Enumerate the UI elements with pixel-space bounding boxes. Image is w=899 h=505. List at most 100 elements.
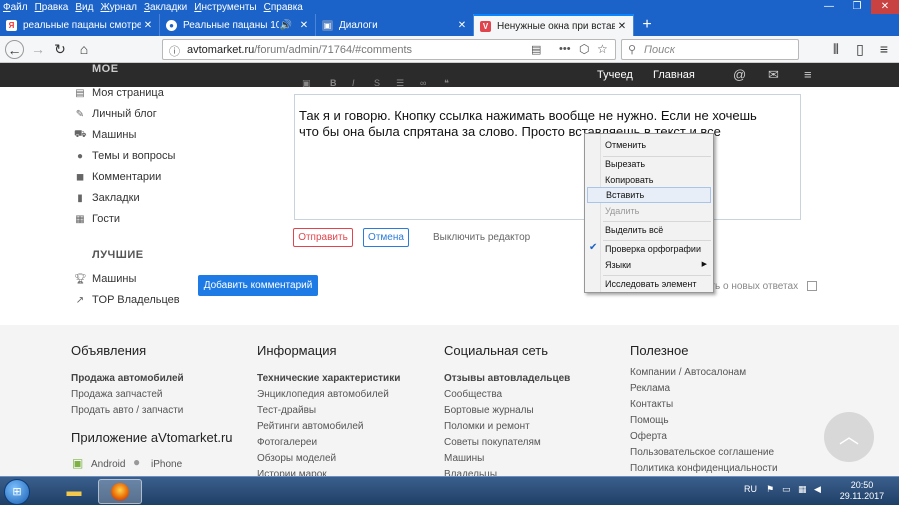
sidebar-item-blog[interactable]: ✎ Личный блог <box>74 107 157 121</box>
bookmark-star-icon[interactable]: ☆ <box>597 42 608 56</box>
pocket-icon[interactable]: ⬡ <box>579 42 589 56</box>
sidebar-item-topics[interactable]: ● Темы и вопросы <box>74 149 175 163</box>
image-icon[interactable]: ▣ <box>302 78 311 89</box>
add-comment-button[interactable]: Добавить комментарий <box>198 275 318 296</box>
menu-edit[interactable]: Правка <box>35 2 69 13</box>
cancel-button[interactable]: Отмена <box>363 228 409 247</box>
footer-link[interactable]: Технические характеристики <box>257 373 400 384</box>
sidebar-item-my-page[interactable]: ▤ Моя страница <box>74 86 164 100</box>
sidebar-item-comments[interactable]: ◼ Комментарии <box>74 170 161 184</box>
library-icon[interactable]: ⫴ <box>826 40 846 59</box>
tab-dialogs[interactable]: ▣ Диалоги ✕ <box>316 14 474 36</box>
list-icon[interactable]: ☰ <box>396 78 404 89</box>
ctx-spellcheck[interactable]: Проверка орфографии <box>587 241 711 257</box>
footer-link[interactable]: Энциклопедия автомобилей <box>257 389 389 400</box>
close-tab-icon[interactable]: ✕ <box>455 20 469 31</box>
network-icon[interactable]: ▦ <box>798 484 807 495</box>
flag-icon[interactable]: ⚑ <box>766 484 774 495</box>
tab-yandex[interactable]: Я реальные пацаны смотреть он... ✕ <box>0 14 160 36</box>
footer-link[interactable]: Поломки и ремонт <box>444 421 530 432</box>
sidebar-item-bookmarks[interactable]: ▮ Закладки <box>74 191 139 205</box>
footer-link[interactable]: Фотогалереи <box>257 437 317 448</box>
close-tab-icon[interactable]: ✕ <box>141 20 155 31</box>
sidebar-item-top-owners[interactable]: ↗ TOP Владельцев <box>74 293 180 307</box>
tab-series[interactable]: ● Реальные пацаны 10 сезон 🔊 ✕ <box>160 14 316 36</box>
reader-view-icon[interactable]: ▤ <box>531 43 541 56</box>
tab-active[interactable]: V Ненужные окна при вставке со... ✕ <box>474 14 634 36</box>
menu-history[interactable]: Журнал <box>100 2 137 13</box>
input-language[interactable]: RU <box>744 484 757 494</box>
close-window-button[interactable]: ✕ <box>871 0 899 14</box>
italic-icon[interactable]: I <box>352 78 355 88</box>
footer-link[interactable]: Оферта <box>630 431 667 442</box>
disable-editor-link[interactable]: Выключить редактор <box>433 232 530 243</box>
info-icon[interactable]: ⓘ <box>169 43 180 59</box>
footer-link[interactable]: Контакты <box>630 399 673 410</box>
menu-help[interactable]: Справка <box>264 2 303 13</box>
menu-bookmarks[interactable]: Закладки <box>144 2 187 13</box>
footer-link[interactable]: Обзоры моделей <box>257 453 336 464</box>
footer-link[interactable]: Компании / Автосалонам <box>630 367 746 378</box>
menu-tools[interactable]: Инструменты <box>194 2 256 13</box>
ctx-select-all[interactable]: Выделить всё <box>587 222 711 238</box>
link-icon[interactable]: ∞ <box>420 78 426 88</box>
footer-link[interactable]: Тест-драйвы <box>257 405 316 416</box>
bold-icon[interactable]: B <box>330 78 337 88</box>
footer-link[interactable]: Помощь <box>630 415 669 426</box>
ctx-languages[interactable]: Языки ▶ <box>587 257 711 273</box>
sidebar-item-guests[interactable]: ▦ Гости <box>74 212 120 226</box>
close-tab-icon[interactable]: ✕ <box>297 20 311 31</box>
volume-icon[interactable]: ◀ <box>814 484 821 495</box>
ctx-inspect[interactable]: Исследовать элемент <box>587 276 711 292</box>
ctx-paste[interactable]: Вставить <box>587 187 711 203</box>
forward-icon[interactable]: → <box>28 40 48 59</box>
menu-view[interactable]: Вид <box>75 2 93 13</box>
maximize-button[interactable]: ❐ <box>843 0 871 14</box>
new-tab-button[interactable]: + <box>636 14 658 36</box>
strike-icon[interactable]: S <box>374 78 380 88</box>
search-box[interactable]: ⚲ Поиск <box>621 39 799 60</box>
taskbar-explorer[interactable]: ▬ <box>52 479 96 504</box>
home-icon[interactable]: ⌂ <box>74 40 94 59</box>
footer-iphone[interactable]: iPhone <box>151 459 182 470</box>
reload-icon[interactable]: ↻ <box>50 40 70 59</box>
taskbar-firefox[interactable] <box>98 479 142 504</box>
footer-link[interactable]: Отзывы автовладельцев <box>444 373 570 384</box>
scroll-to-top-button[interactable]: ︿ <box>824 412 874 462</box>
ctx-cut[interactable]: Вырезать <box>587 156 711 172</box>
footer-android[interactable]: Android <box>91 459 125 470</box>
footer-link[interactable]: Продажа автомобилей <box>71 373 184 384</box>
footer-link[interactable]: Реклама <box>630 383 670 394</box>
footer-link[interactable]: Рейтинги автомобилей <box>257 421 364 432</box>
quote-icon[interactable]: ❝ <box>444 78 449 89</box>
footer-link[interactable]: Сообщества <box>444 389 502 400</box>
minimize-button[interactable]: — <box>815 0 843 14</box>
ctx-undo[interactable]: Отменить <box>587 137 711 153</box>
apple-icon[interactable]: ● <box>133 455 140 469</box>
ctx-copy[interactable]: Копировать <box>587 172 711 188</box>
footer-link[interactable]: Продажа запчастей <box>71 389 162 400</box>
url-bar[interactable]: ⓘ avtomarket.ru/forum/admin/71764/#comme… <box>162 39 616 60</box>
hamburger-menu-icon[interactable]: ≡ <box>874 40 894 59</box>
menu-icon[interactable]: ≡ <box>804 67 812 82</box>
sidebar-toggle-icon[interactable]: ▯ <box>850 40 870 59</box>
footer-link[interactable]: Продать авто / запчасти <box>71 405 183 416</box>
notify-checkbox[interactable] <box>807 281 817 291</box>
android-icon[interactable]: ▣ <box>72 456 83 470</box>
footer-link[interactable]: Политика конфиденциальности <box>630 463 778 474</box>
start-button[interactable]: ⊞ <box>4 479 30 505</box>
footer-link[interactable]: Бортовые журналы <box>444 405 534 416</box>
close-tab-icon[interactable]: ✕ <box>615 21 629 32</box>
menu-file[interactable]: Файл <box>3 2 28 13</box>
footer-link[interactable]: Советы покупателям <box>444 437 541 448</box>
footer-link[interactable]: Машины <box>444 453 484 464</box>
comment-editor[interactable]: Так я и говорю. Кнопку ссылка нажимать в… <box>294 94 801 220</box>
sidebar-item-best-cars[interactable]: 🏆︎ Машины <box>74 272 136 286</box>
back-icon[interactable]: ← <box>5 40 24 59</box>
usb-icon[interactable]: ▭ <box>782 484 791 495</box>
submit-button[interactable]: Отправить <box>293 228 353 247</box>
speaker-icon[interactable]: 🔊 <box>279 20 293 31</box>
system-clock[interactable]: 20:50 29.11.2017 <box>832 480 892 502</box>
footer-link[interactable]: Пользовательское соглашение <box>630 447 774 458</box>
page-actions-icon[interactable]: ••• <box>559 43 571 55</box>
